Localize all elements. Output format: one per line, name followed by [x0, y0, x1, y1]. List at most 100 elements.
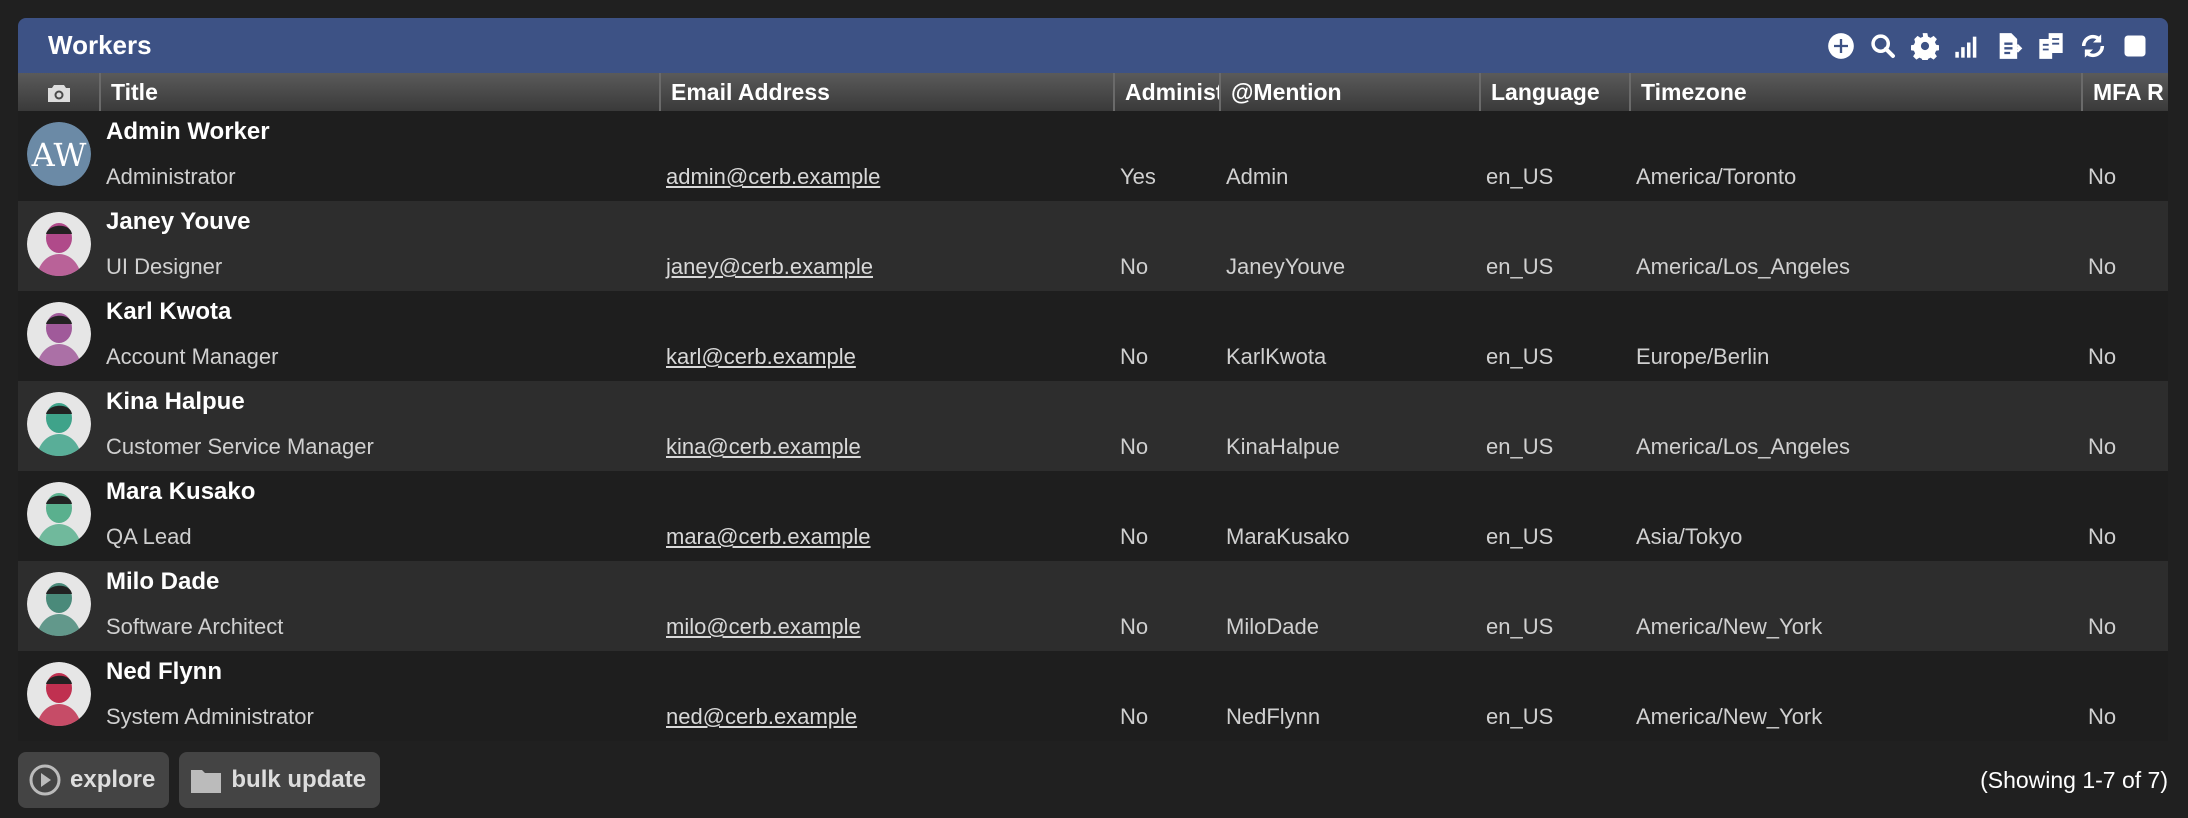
folder-icon	[191, 770, 222, 793]
panel-toolbar	[1826, 31, 2150, 61]
search-icon[interactable]	[1868, 31, 1898, 61]
worker-email[interactable]: mara@cerb.example	[666, 524, 871, 549]
gear-icon[interactable]	[1910, 31, 1940, 61]
table-row[interactable]: Ned Flynn	[18, 651, 2168, 741]
worker-name[interactable]: Milo Dade	[106, 568, 219, 595]
table-header-row: Title Email Address Administ @Mention La…	[18, 73, 2168, 111]
worker-mention: JaneyYouve	[1226, 254, 1346, 279]
worker-is-admin: No	[1120, 344, 1149, 369]
explore-button[interactable]: explore	[18, 752, 170, 808]
worker-mention: MiloDade	[1226, 614, 1319, 639]
worker-mention: KarlKwota	[1226, 344, 1327, 369]
bulk-update-label: bulk update	[231, 766, 367, 793]
table-row-details: UI Designer janey@cerb.example No JaneyYouv…	[18, 243, 2168, 291]
worker-email[interactable]: ned@cerb.example	[666, 704, 857, 729]
worker-mention: MaraKusako	[1226, 524, 1350, 549]
worker-name[interactable]: Karl Kwota	[106, 298, 231, 325]
column-header-email[interactable]: Email Address	[660, 73, 1115, 111]
worker-is-admin: No	[1120, 614, 1149, 639]
worker-mention: Admin	[1226, 164, 1289, 189]
worker-mfa: No	[2088, 254, 2117, 279]
column-header-timezone[interactable]: Timezone	[1630, 73, 2083, 111]
worker-name[interactable]: Kina Halpue	[106, 388, 245, 415]
worker-email[interactable]: karl@cerb.example	[666, 344, 856, 369]
worker-title: QA Lead	[106, 524, 192, 549]
export-icon[interactable]	[1994, 31, 2024, 61]
bulk-update-button[interactable]: bulk update	[179, 752, 381, 808]
column-header-title[interactable]: Title	[100, 73, 661, 111]
workers-table: Title Email Address Administ @Mention La…	[18, 73, 2168, 741]
worker-mfa: No	[2088, 614, 2117, 639]
worker-language: en_US	[1486, 524, 1554, 549]
results-count: (Showing 1-7 of 7)	[1980, 766, 2168, 793]
copy-icon[interactable]	[2036, 31, 2066, 61]
panel-footer: explore bulk update (Showing 1-7 of 7)	[18, 752, 2168, 808]
worker-is-admin: No	[1120, 254, 1149, 279]
table-row[interactable]: Milo Dade	[18, 561, 2168, 651]
table-row[interactable]: Karl Kwota	[18, 291, 2168, 381]
table-row[interactable]: Kina Halpue	[18, 381, 2168, 471]
worker-timezone: Asia/Tokyo	[1636, 524, 1743, 549]
worker-timezone: America/Toronto	[1636, 164, 1797, 189]
camera-icon	[47, 85, 70, 103]
worker-mfa: No	[2088, 164, 2117, 189]
explore-label: explore	[70, 766, 156, 793]
worker-title: UI Designer	[106, 254, 223, 279]
worker-title: System Administrator	[106, 704, 314, 729]
worker-language: en_US	[1486, 434, 1554, 459]
table-row[interactable]: Janey Youve	[18, 201, 2168, 291]
avatar[interactable]	[27, 481, 91, 546]
worker-mention: KinaHalpue	[1226, 434, 1340, 459]
worker-email[interactable]: milo@cerb.example	[666, 614, 861, 639]
worker-is-admin: No	[1120, 524, 1149, 549]
avatar[interactable]	[27, 661, 91, 726]
worker-title: Administrator	[106, 164, 236, 189]
avatar[interactable]	[27, 391, 91, 456]
table-row[interactable]: Mara Kusako	[18, 471, 2168, 561]
column-header-mention[interactable]: @Mention	[1220, 73, 1481, 111]
worker-timezone: America/Los_Angeles	[1636, 254, 1851, 279]
worker-language: en_US	[1486, 254, 1554, 279]
table-row-details: Account Manager karl@cerb.example No KarlKw…	[18, 333, 2168, 381]
column-header-language[interactable]: Language	[1480, 73, 1631, 111]
worker-mfa: No	[2088, 524, 2117, 549]
worker-language: en_US	[1486, 344, 1554, 369]
worker-email[interactable]: kina@cerb.example	[666, 434, 861, 459]
workers-panel: Workers Title Email Address Administ @Me…	[18, 18, 2168, 741]
panel-titlebar: Workers	[18, 18, 2168, 73]
table-row-details: Software Architect milo@cerb.example No Mil…	[18, 603, 2168, 651]
column-header-photo[interactable]	[18, 73, 101, 111]
column-header-mfa[interactable]: MFA R	[2082, 73, 2168, 111]
column-header-admin[interactable]: Administ	[1114, 73, 1221, 111]
worker-timezone: Europe/Berlin	[1636, 344, 1770, 369]
avatar[interactable]: AW	[27, 121, 91, 186]
worker-name[interactable]: Janey Youve	[106, 208, 251, 235]
chart-icon[interactable]	[1952, 31, 1982, 61]
worker-title: Customer Service Manager	[106, 434, 374, 459]
play-circle-icon	[29, 764, 61, 796]
avatar[interactable]	[27, 571, 91, 636]
worker-timezone: America/New_York	[1636, 704, 1823, 729]
worker-email[interactable]: janey@cerb.example	[666, 254, 873, 279]
worker-name[interactable]: Ned Flynn	[106, 658, 222, 685]
worker-name[interactable]: Mara Kusako	[106, 478, 255, 505]
table-row-details: System Administrator ned@cerb.example No Ne…	[18, 693, 2168, 741]
worker-email[interactable]: admin@cerb.example	[666, 164, 880, 189]
worker-timezone: America/New_York	[1636, 614, 1823, 639]
worker-is-admin: Yes	[1120, 164, 1156, 189]
worker-is-admin: No	[1120, 704, 1149, 729]
checkbox-icon[interactable]	[2120, 31, 2150, 61]
worker-mfa: No	[2088, 704, 2117, 729]
add-icon[interactable]	[1826, 31, 1856, 61]
table-row[interactable]: AW Admin Worker	[18, 111, 2168, 201]
worker-mfa: No	[2088, 434, 2117, 459]
worker-mention: NedFlynn	[1226, 704, 1321, 729]
worker-name[interactable]: Admin Worker	[106, 118, 270, 145]
table-row-details: QA Lead mara@cerb.example No MaraKusako en_U…	[18, 513, 2168, 561]
worker-language: en_US	[1486, 614, 1554, 639]
avatar[interactable]	[27, 301, 91, 366]
refresh-icon[interactable]	[2078, 31, 2108, 61]
worker-language: en_US	[1486, 164, 1554, 189]
worker-language: en_US	[1486, 704, 1554, 729]
avatar[interactable]	[27, 211, 91, 276]
